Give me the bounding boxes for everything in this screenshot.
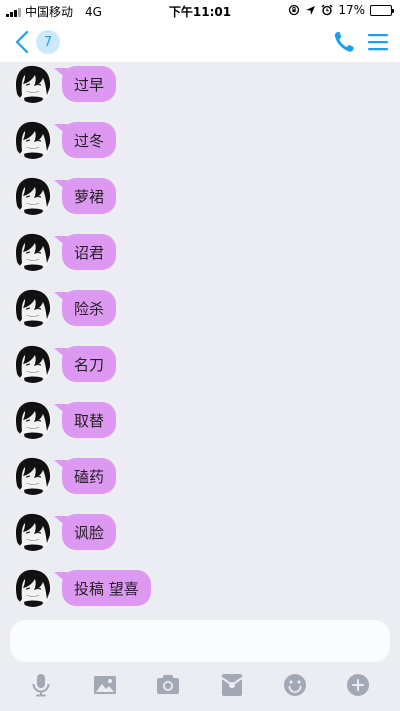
status-left: 中国移动 4G [6, 3, 102, 20]
battery-percent: 17% [338, 3, 365, 17]
message-bubble[interactable]: 投稿 望喜 [62, 570, 151, 606]
message-bubble[interactable]: 过早 [62, 66, 117, 102]
avatar[interactable] [14, 569, 52, 607]
image-icon[interactable] [92, 672, 118, 698]
nav-bar: 7 [0, 22, 400, 62]
battery-icon [370, 4, 394, 16]
chevron-left-icon[interactable] [10, 28, 36, 56]
lock-rotation-icon [289, 4, 300, 16]
avatar[interactable] [14, 345, 52, 383]
phone-icon[interactable] [332, 29, 356, 55]
message-bubble[interactable]: 磕药 [62, 458, 117, 494]
camera-icon[interactable] [155, 672, 181, 698]
avatar[interactable] [14, 177, 52, 215]
plus-icon[interactable] [345, 672, 371, 698]
microphone-icon[interactable] [28, 672, 54, 698]
unread-badge[interactable]: 7 [36, 30, 60, 54]
message-bubble[interactable]: 名刀 [62, 346, 117, 382]
message-bubble[interactable]: 过冬 [62, 122, 117, 158]
avatar[interactable] [14, 233, 52, 271]
avatar[interactable] [14, 65, 52, 103]
status-bar: 中国移动 4G 下午11:01 17% [0, 0, 400, 22]
signal-icon [6, 7, 21, 17]
avatar[interactable] [14, 121, 52, 159]
avatar[interactable] [14, 401, 52, 439]
avatar[interactable] [14, 289, 52, 327]
carrier-label: 中国移动 [25, 5, 74, 19]
message-bubble[interactable]: 讽脸 [62, 514, 117, 550]
menu-icon[interactable] [366, 30, 390, 54]
emoji-icon[interactable] [282, 672, 308, 698]
message-bubble[interactable]: 诏君 [62, 234, 117, 270]
alarm-icon [321, 4, 333, 16]
network-label: 4G [85, 4, 102, 19]
message-list[interactable]: 过早 过冬 萝裙 诏君 险杀 名刀 取替 磕药 讽脸 投稿 望喜 [0, 62, 400, 610]
message-bubble[interactable]: 取替 [62, 402, 117, 438]
avatar[interactable] [14, 457, 52, 495]
input-area [0, 610, 400, 711]
message-bubble[interactable]: 险杀 [62, 290, 117, 326]
status-right: 17% [288, 3, 394, 17]
red-packet-icon[interactable] [219, 672, 245, 698]
avatar[interactable] [14, 513, 52, 551]
message-input[interactable] [10, 620, 390, 662]
location-icon [306, 5, 316, 15]
message-bubble[interactable]: 萝裙 [62, 178, 117, 214]
